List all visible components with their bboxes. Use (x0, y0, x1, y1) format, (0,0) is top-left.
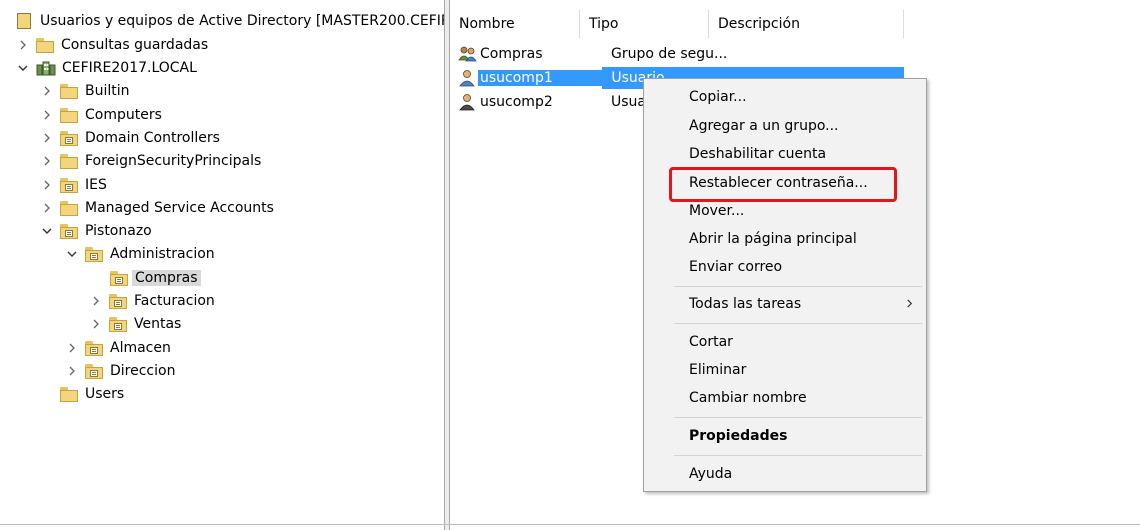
domain-icon (36, 60, 56, 76)
ou-folder-icon (60, 130, 78, 146)
tree-item-domain[interactable]: CEFIRE2017.LOCAL (16, 57, 197, 79)
tree-item-domain-controllers[interactable]: Domain Controllers (40, 127, 220, 149)
list-item-name: usucomp1 (478, 70, 603, 86)
tree-root-label: Usuarios y equipos de Active Directory [… (40, 13, 444, 29)
ou-folder-icon (85, 340, 103, 356)
tree-item-label: Builtin (85, 83, 130, 99)
tree-item-label: Direccion (110, 363, 176, 379)
user-icon (458, 93, 478, 111)
tree-item-pistonazo[interactable]: Pistonazo (40, 220, 152, 242)
user-icon (458, 69, 478, 87)
chevron-down-icon[interactable] (16, 61, 30, 75)
ou-folder-icon (60, 177, 78, 193)
tree-item-compras[interactable]: Compras (110, 267, 201, 289)
ou-folder-icon (85, 363, 103, 379)
tree-item-facturacion[interactable]: Facturacion (89, 290, 215, 312)
chevron-right-icon[interactable] (40, 178, 54, 192)
chevron-right-icon (905, 291, 914, 317)
list-item[interactable]: Compras Grupo de segu... (450, 43, 731, 65)
group-icon (458, 45, 478, 63)
menu-item-copy[interactable]: Copiar... (644, 84, 926, 110)
tree-root[interactable]: Usuarios y equipos de Active Directory [… (16, 10, 444, 32)
tree-item-label: CEFIRE2017.LOCAL (62, 60, 197, 76)
ou-folder-icon (85, 246, 103, 262)
menu-item-rename[interactable]: Cambiar nombre (644, 385, 926, 411)
ou-folder-icon (109, 316, 127, 332)
column-header-name[interactable]: Nombre (450, 10, 580, 38)
menu-separator (674, 323, 922, 324)
annotation-highlight-box (669, 167, 897, 202)
tree-item-ies[interactable]: IES (40, 174, 107, 196)
tree-item-users[interactable]: Users (60, 383, 124, 405)
tree-item-label: IES (85, 177, 107, 193)
tree-item-label: Almacen (110, 340, 171, 356)
folder-icon (60, 107, 78, 123)
ou-folder-icon (60, 223, 78, 239)
folder-icon (60, 83, 78, 99)
menu-separator (674, 417, 922, 418)
tree-item-foreign-security-principals[interactable]: ForeignSecurityPrincipals (40, 150, 261, 172)
folder-icon (60, 153, 78, 169)
console-root-icon (16, 12, 32, 30)
menu-separator (674, 455, 922, 456)
tree-item-label: Pistonazo (85, 223, 152, 239)
tree-item-label: Compras (132, 270, 201, 286)
menu-item-disable-account[interactable]: Deshabilitar cuenta (644, 141, 926, 167)
tree-item-label: Users (85, 386, 125, 402)
tree-item-managed-service-accounts[interactable]: Managed Service Accounts (40, 197, 274, 219)
list-item-name: Compras (480, 46, 543, 62)
bottom-border (0, 524, 1140, 525)
menu-item-label: Todas las tareas (689, 296, 802, 312)
list-item-name: usucomp2 (480, 94, 553, 110)
tree-item-builtin[interactable]: Builtin (40, 80, 130, 102)
menu-item-send-mail[interactable]: Enviar correo (644, 254, 926, 280)
menu-item-cut[interactable]: Cortar (644, 329, 926, 355)
chevron-right-icon[interactable] (40, 154, 54, 168)
tree-item-label: Domain Controllers (85, 130, 220, 146)
menu-item-delete[interactable]: Eliminar (644, 357, 926, 383)
tree-item-label: Administracion (110, 246, 215, 262)
tree-item-label: Facturacion (134, 293, 215, 309)
folder-icon (36, 37, 54, 53)
folder-icon (60, 200, 78, 216)
context-menu: Copiar... Agregar a un grupo... Deshabil… (643, 78, 927, 492)
chevron-right-icon[interactable] (40, 84, 54, 98)
tree-item-direccion[interactable]: Direccion (65, 360, 175, 382)
tree-item-label: Managed Service Accounts (85, 200, 274, 216)
chevron-right-icon[interactable] (89, 294, 103, 308)
chevron-right-icon[interactable] (65, 364, 79, 378)
tree-item-computers[interactable]: Computers (40, 104, 162, 126)
tree-item-almacen[interactable]: Almacen (65, 337, 171, 359)
chevron-right-icon[interactable] (16, 38, 30, 52)
tree-pane: Usuarios y equipos de Active Directory [… (0, 0, 444, 530)
column-header-description[interactable]: Descripción (709, 10, 904, 38)
column-header-type[interactable]: Tipo (580, 10, 709, 38)
chevron-right-icon[interactable] (40, 131, 54, 145)
tree-item-saved-queries[interactable]: Consultas guardadas (16, 34, 208, 56)
list-header: Nombre Tipo Descripción (450, 10, 904, 38)
tree-item-administracion[interactable]: Administracion (65, 243, 215, 265)
list-item-type: Grupo de segu... (611, 46, 728, 62)
menu-separator (674, 286, 922, 287)
chevron-right-icon[interactable] (40, 201, 54, 215)
menu-item-help[interactable]: Ayuda (644, 461, 926, 487)
menu-item-all-tasks[interactable]: Todas las tareas (644, 291, 926, 317)
chevron-right-icon[interactable] (89, 317, 103, 331)
chevron-right-icon[interactable] (65, 341, 79, 355)
tree-item-label: Ventas (134, 316, 182, 332)
menu-item-add-to-group[interactable]: Agregar a un grupo... (644, 113, 926, 139)
ou-folder-icon (110, 270, 128, 286)
chevron-down-icon[interactable] (40, 224, 54, 238)
menu-item-open-home-page[interactable]: Abrir la página principal (644, 226, 926, 252)
tree-item-ventas[interactable]: Ventas (89, 313, 181, 335)
tree-item-label: ForeignSecurityPrincipals (85, 153, 262, 169)
tree-item-label: Consultas guardadas (61, 37, 209, 53)
chevron-right-icon[interactable] (40, 108, 54, 122)
chevron-down-icon[interactable] (65, 247, 79, 261)
folder-icon (60, 386, 78, 402)
menu-item-properties[interactable]: Propiedades (644, 423, 926, 449)
ou-folder-icon (109, 293, 127, 309)
tree-item-label: Computers (85, 107, 162, 123)
